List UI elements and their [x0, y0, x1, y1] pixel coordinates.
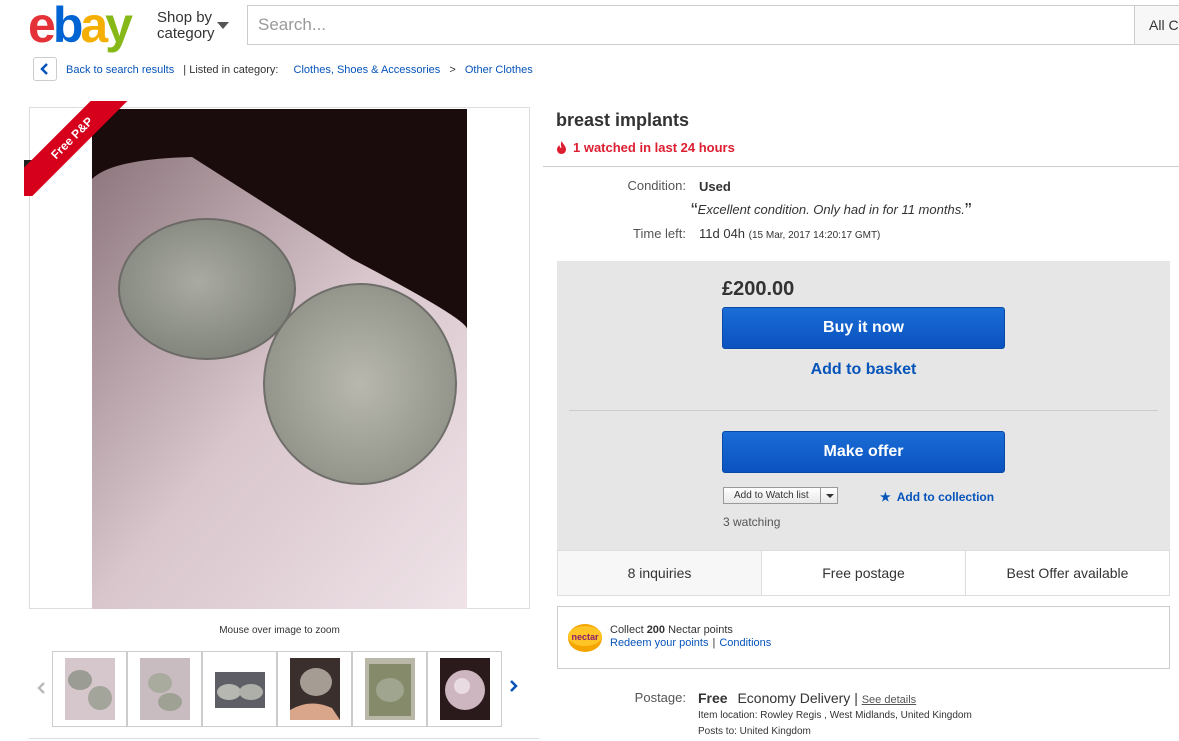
- divider: [29, 738, 539, 739]
- thumbnail-5[interactable]: [352, 651, 427, 727]
- product-photo: [92, 109, 467, 609]
- divider: [543, 166, 1179, 167]
- condition-label: Condition:: [627, 178, 686, 193]
- stat-best-offer: Best Offer available: [966, 551, 1169, 595]
- postage-method: Economy Delivery: [737, 690, 851, 706]
- add-to-basket-link[interactable]: Add to basket: [722, 361, 1005, 379]
- buy-it-now-button[interactable]: Buy it now: [722, 307, 1005, 349]
- quote-open: “: [691, 200, 698, 222]
- thumbnail-3[interactable]: [202, 651, 277, 727]
- posts-to: Posts to: United Kingdom: [698, 726, 811, 737]
- category-label: category: [157, 25, 215, 42]
- logo-letter-b: b: [52, 0, 83, 53]
- thumbnail-6[interactable]: [427, 651, 502, 727]
- make-offer-button[interactable]: Make offer: [722, 431, 1005, 473]
- time-left-label: Time left:: [633, 226, 686, 241]
- collect-prefix: Collect: [610, 624, 644, 636]
- conditions-link[interactable]: Conditions: [719, 637, 771, 649]
- add-collection-label: Add to collection: [896, 490, 995, 504]
- nectar-points-value: 200: [646, 624, 666, 636]
- flame-icon: [557, 141, 566, 154]
- seller-note-text: Excellent condition. Only had in for 11 …: [697, 202, 965, 217]
- time-left-end-date: (15 Mar, 2017 14:20:17 GMT): [748, 230, 881, 241]
- chevron-left-icon: [37, 682, 45, 694]
- stat-postage: Free postage: [762, 551, 966, 595]
- quote-close: ”: [964, 200, 972, 222]
- redeem-points-link[interactable]: Redeem your points: [610, 637, 708, 649]
- add-to-collection-link[interactable]: ★ Add to collection: [880, 490, 994, 504]
- breadcrumb: Back to search results | Listed in categ…: [66, 64, 533, 76]
- ribbon-label: Free P&P: [24, 101, 128, 196]
- chevron-left-icon: [40, 63, 48, 75]
- free-pp-ribbon: Free P&P: [24, 101, 128, 196]
- seller-note: “Excellent condition. Only had in for 11…: [691, 197, 972, 222]
- watch-list-label: Add to Watch list: [734, 490, 809, 501]
- add-to-watch-list-button[interactable]: Add to Watch list: [723, 487, 838, 504]
- item-location: Item location: Rowley Regis , West Midla…: [698, 710, 972, 721]
- postage-value: Free Economy Delivery | See details: [698, 690, 916, 706]
- thumbnail-image: [440, 658, 490, 720]
- time-left-value: 11d 04h (15 Mar, 2017 14:20:17 GMT): [699, 226, 880, 241]
- search-input[interactable]: [247, 5, 1135, 45]
- stat-inquiries: 8 inquiries: [558, 551, 762, 595]
- zoom-hint: Mouse over image to zoom: [219, 625, 340, 636]
- subcategory-link[interactable]: Other Clothes: [465, 64, 533, 76]
- thumbnail-1[interactable]: [52, 651, 127, 727]
- thumbnail-2[interactable]: [127, 651, 202, 727]
- thumbnail-prev-button[interactable]: [36, 679, 46, 700]
- watching-count: 3 watching: [723, 515, 781, 529]
- all-categories-select[interactable]: All Ca: [1134, 5, 1179, 45]
- logo-letter-a: a: [80, 0, 108, 53]
- main-product-image[interactable]: [92, 109, 467, 609]
- back-button[interactable]: [33, 57, 57, 81]
- condition-value: Used: [699, 179, 731, 194]
- back-to-search-link[interactable]: Back to search results: [66, 64, 174, 76]
- caret-down-icon[interactable]: [826, 494, 834, 498]
- collect-suffix: Nectar points: [668, 624, 733, 636]
- nectar-logo: nectar: [568, 624, 602, 652]
- see-details-link[interactable]: See details: [862, 694, 916, 706]
- dropdown-divider: [820, 488, 821, 503]
- thumbnail-image: [65, 658, 115, 720]
- thumbnail-image: [140, 658, 190, 720]
- nectar-links: Redeem your points | Conditions: [610, 637, 771, 649]
- category-link[interactable]: Clothes, Shoes & Accessories: [294, 64, 441, 76]
- time-left-duration: 11d 04h: [699, 226, 746, 241]
- watched-text: 1 watched in last 24 hours: [573, 140, 735, 155]
- shop-by-label: Shop by: [157, 9, 213, 26]
- ebay-logo[interactable]: ebay: [28, 0, 148, 50]
- postage-cost: Free: [698, 690, 728, 706]
- chevron-right-icon: [510, 680, 518, 692]
- thumbnail-image: [365, 658, 415, 720]
- collect-points-text: Collect 200 Nectar points: [610, 624, 733, 636]
- item-title: breast implants: [556, 110, 690, 130]
- postage-label: Postage:: [634, 690, 686, 705]
- link-separator: |: [712, 637, 716, 649]
- nectar-points-box: nectar Collect 200 Nectar points Redeem …: [557, 606, 1170, 669]
- star-icon: ★: [880, 490, 891, 504]
- watched-alert: 1 watched in last 24 hours: [556, 139, 735, 155]
- thumbnail-strip: [52, 651, 502, 727]
- listed-in-label: | Listed in category:: [183, 64, 279, 76]
- divider: [569, 410, 1158, 411]
- item-stats-bar: 8 inquiries Free postage Best Offer avai…: [557, 550, 1170, 596]
- item-price: £200.00: [722, 278, 795, 300]
- logo-letter-y: y: [105, 0, 133, 53]
- nectar-logo-text: nectar: [571, 632, 599, 642]
- thumbnail-image: [290, 658, 340, 720]
- breadcrumb-separator: >: [449, 64, 456, 76]
- logo-letter-e: e: [28, 0, 56, 53]
- thumbnail-image: [215, 658, 265, 720]
- chevron-down-icon: [217, 22, 229, 29]
- buy-box: [557, 261, 1170, 550]
- thumbnail-4[interactable]: [277, 651, 352, 727]
- shop-by-category-button[interactable]: Shop by category: [157, 9, 229, 42]
- postage-separator: |: [854, 690, 858, 706]
- thumbnail-next-button[interactable]: [509, 679, 519, 698]
